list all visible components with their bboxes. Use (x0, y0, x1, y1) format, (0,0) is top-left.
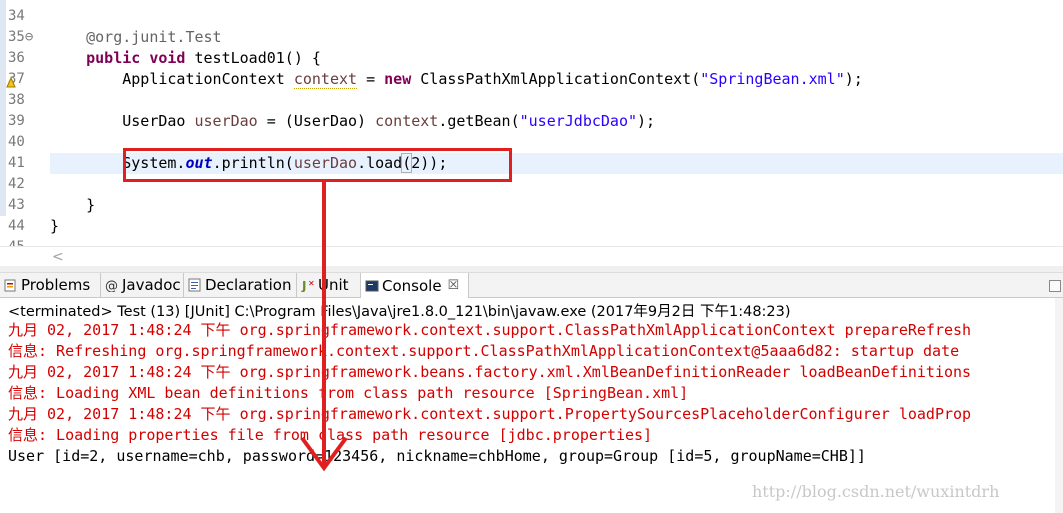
code-text: public void testLoad01() { (50, 48, 321, 69)
code-token: @org.junit. (86, 28, 186, 46)
code-line[interactable]: 34 (0, 6, 1063, 27)
code-token: = (357, 70, 385, 88)
code-token: userDao (293, 154, 358, 172)
view-minimize-icon[interactable] (1049, 280, 1061, 292)
code-text: } (50, 216, 59, 237)
code-token: testLoad01() { (185, 49, 321, 67)
code-token: .println( (212, 154, 294, 172)
tab-declaration[interactable]: Declaration (184, 273, 297, 297)
code-token: userDao (194, 112, 258, 130)
line-number: 45 (8, 237, 38, 246)
code-token: context (293, 70, 358, 89)
code-token: void (149, 49, 186, 67)
svg-text:@: @ (105, 279, 118, 292)
view-sash[interactable] (0, 266, 1063, 273)
tab-label: Problems (21, 276, 91, 294)
line-number: 36 (8, 50, 25, 66)
tab-problems[interactable]: Problems (0, 273, 101, 297)
code-token: context (375, 112, 439, 130)
code-token: ApplicationContext (50, 70, 294, 88)
views-tab-bar: Problems @ Javadoc Declaration J ✕ Unit Console… (0, 273, 1063, 298)
console-line: 九月 02, 2017 1:48:24 下午 org.springframewo… (8, 363, 972, 381)
code-token: Test (185, 28, 222, 46)
console-line: User [id=2, username=chb, password=12345… (8, 447, 866, 465)
code-token: "userJdbcDao" (519, 112, 638, 130)
code-line[interactable]: 40 (0, 132, 1063, 153)
code-token: } (50, 217, 60, 235)
tab-label: Unit (318, 276, 349, 294)
problems-icon (4, 278, 18, 292)
code-line[interactable]: 36 public void testLoad01() { (0, 48, 1063, 69)
console-icon (365, 279, 379, 293)
code-line[interactable]: 41 System.out.println(userDao.load(2)); (8, 153, 1063, 174)
declaration-icon (188, 278, 202, 292)
tab-label: Javadoc (122, 276, 181, 294)
close-icon[interactable]: ☒ (448, 278, 460, 293)
warning-marker-icon[interactable] (6, 73, 16, 88)
editor-horizontal-scrollbar[interactable]: < (0, 246, 1063, 267)
watermark: http://blog.csdn.net/wuxintdrh (752, 482, 1000, 501)
line-number: 35⊖ (8, 29, 34, 45)
code-token: UserDao (50, 112, 195, 130)
code-line[interactable]: 37 ApplicationContext context = new Clas… (0, 69, 1063, 90)
line-number: 42 (8, 176, 25, 192)
javadoc-at-icon: @ (105, 278, 119, 294)
console-terminated-header: <terminated> Test (13) [JUnit] C:\Progra… (8, 304, 791, 320)
tab-console[interactable]: Console ☒ (361, 273, 469, 298)
code-token: new (384, 70, 412, 88)
tab-label: Console (382, 276, 442, 295)
code-text: System.out.println(userDao.load(2)); (50, 153, 447, 174)
code-token: .getBean( (438, 112, 520, 130)
code-token: ClassPathXmlApplicationContext( (411, 70, 701, 88)
line-number: 38 (8, 92, 25, 108)
line-number: 34 (8, 8, 25, 24)
line-number: 40 (8, 134, 25, 150)
code-line[interactable]: 35⊖ @org.junit.Test (0, 27, 1063, 48)
code-token: ); (637, 112, 656, 130)
code-text: UserDao userDao = (UserDao) context.getB… (50, 111, 655, 132)
junit-icon: J ✕ (301, 278, 315, 293)
code-token: } (50, 196, 96, 214)
line-number: 44 (8, 218, 25, 234)
code-token: = (UserDao) (257, 112, 376, 130)
tab-unit[interactable]: J ✕ Unit (297, 273, 361, 297)
tab-javadoc[interactable]: @ Javadoc (101, 273, 184, 297)
code-text: @org.junit.Test (50, 27, 222, 48)
scroll-left-icon[interactable]: < (52, 249, 64, 265)
code-line[interactable]: 39 UserDao userDao = (UserDao) context.g… (0, 111, 1063, 132)
console-line: 九月 02, 2017 1:48:24 下午 org.springframewo… (8, 405, 972, 423)
svg-text:✕: ✕ (308, 279, 315, 288)
code-token: public (86, 49, 141, 67)
code-token: 2)); (411, 154, 448, 172)
code-token: out (185, 154, 213, 172)
console-line: 信息: Refreshing org.springframework.conte… (8, 342, 960, 360)
console-view: <terminated> Test (13) [JUnit] C:\Progra… (0, 298, 1063, 513)
console-line: 九月 02, 2017 1:48:24 下午 org.springframewo… (8, 321, 972, 339)
code-token: ( (401, 153, 413, 173)
line-number: 39 (8, 113, 25, 129)
tab-label: Declaration (205, 276, 292, 294)
code-line[interactable]: 38 (0, 90, 1063, 111)
code-editor[interactable]: 34 35⊖ @org.junit.Test 36 public void test… (0, 0, 1063, 246)
code-token: .load (357, 154, 403, 172)
svg-text:J: J (301, 279, 306, 292)
code-line[interactable]: 42 (0, 174, 1063, 195)
console-line: 信息: Loading XML bean definitions from cl… (8, 384, 689, 402)
code-token: System. (50, 154, 186, 172)
code-line[interactable]: 44} (0, 216, 1063, 237)
code-token: ); (844, 70, 863, 88)
code-line[interactable]: 43 } (0, 195, 1063, 216)
code-text: ApplicationContext context = new ClassPa… (50, 69, 863, 90)
line-number: 41 (8, 155, 25, 171)
console-line: 信息: Loading properties file from class p… (8, 426, 653, 444)
code-line[interactable]: 45 (0, 237, 1063, 246)
console-vertical-scrollbar[interactable] (1055, 298, 1063, 513)
line-number: 43 (8, 197, 25, 213)
code-token: "SpringBean.xml" (700, 70, 845, 88)
code-text: } (50, 195, 95, 216)
